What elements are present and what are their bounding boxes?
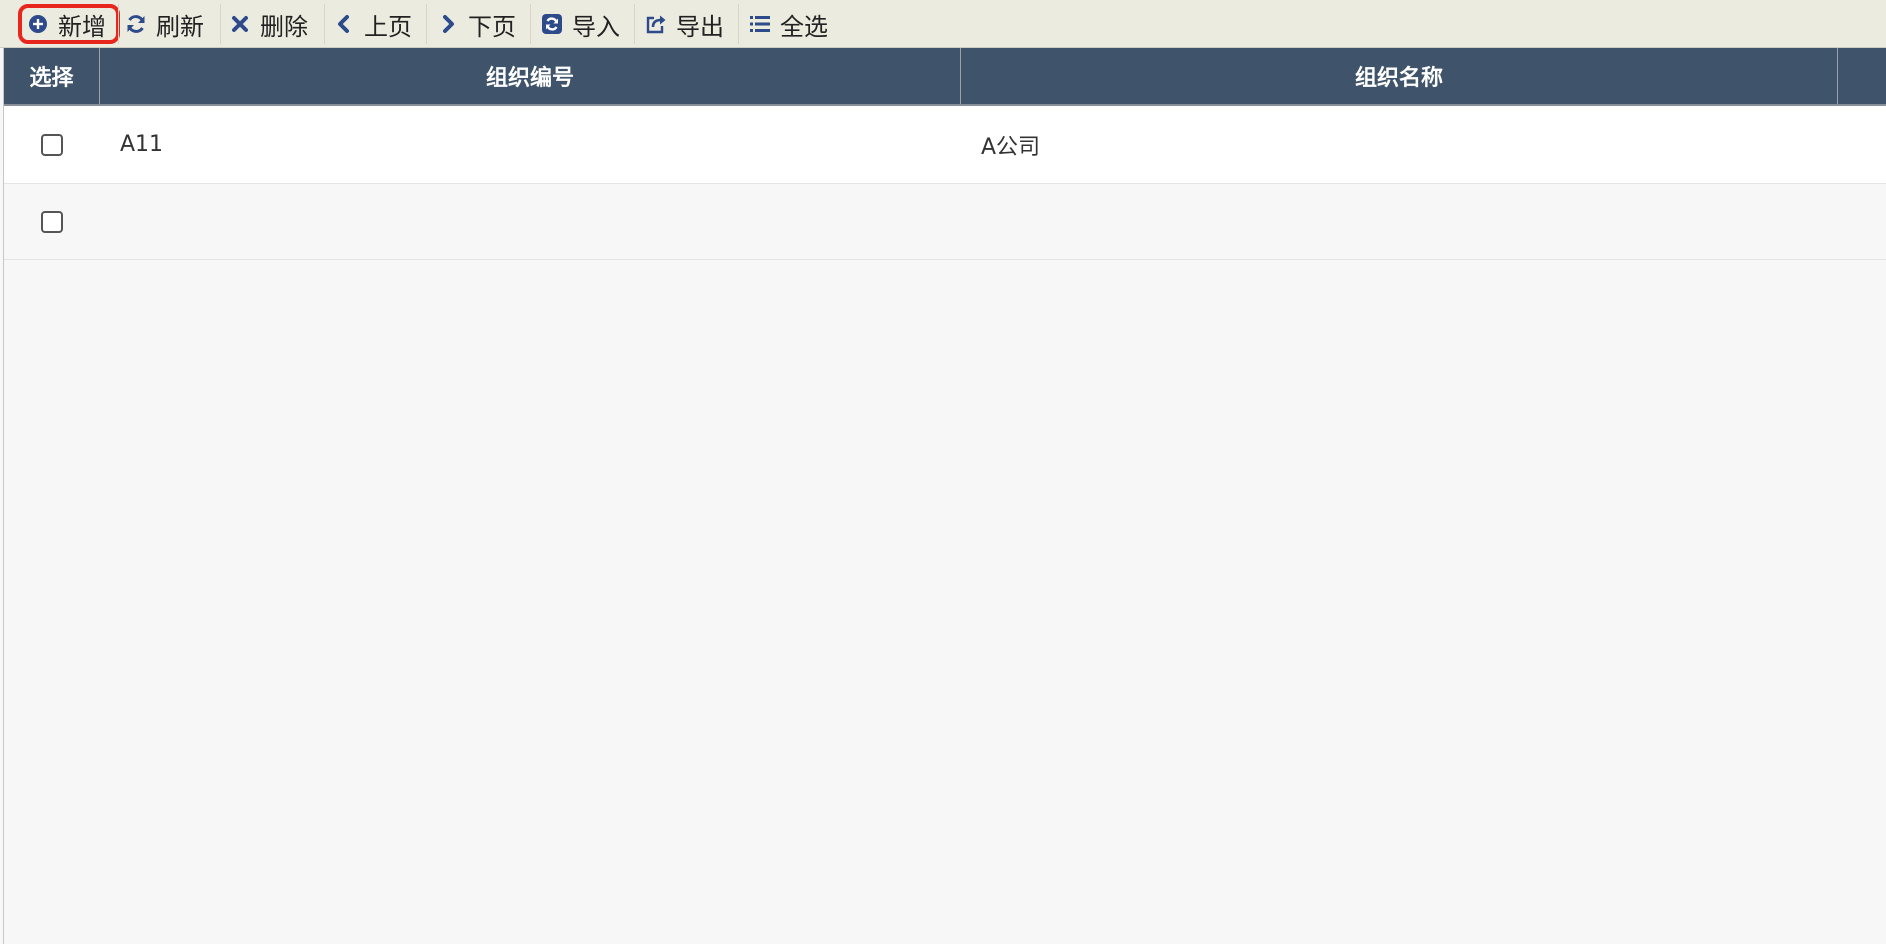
org-name-cell [981, 184, 1831, 259]
select-all-button-label: 全选 [780, 12, 828, 41]
prev-page-button-label: 上页 [364, 12, 412, 41]
column-header-select[interactable]: 选择 [4, 48, 100, 104]
toolbar-separator [426, 4, 427, 44]
plus-circle-icon [26, 12, 50, 36]
add-button-label: 新增 [58, 12, 106, 41]
export-icon [644, 12, 668, 36]
toolbar-separator [530, 4, 531, 44]
list-icon [748, 12, 772, 36]
column-header-org-name[interactable]: 组织名称 [961, 48, 1838, 104]
data-grid: 选择 组织编号 组织名称 A11 A公司 [3, 48, 1886, 944]
table-row[interactable]: A11 A公司 [4, 106, 1886, 184]
prev-page-button[interactable]: 上页 [332, 4, 412, 44]
column-header-org-code[interactable]: 组织编号 [100, 48, 961, 104]
export-button-label: 导出 [676, 12, 724, 41]
table-row[interactable] [4, 184, 1886, 260]
import-button-label: 导入 [572, 12, 620, 41]
delete-button-label: 删除 [260, 12, 308, 41]
row-checkbox[interactable] [41, 210, 63, 233]
import-icon [540, 12, 564, 36]
row-select-cell [4, 106, 100, 183]
org-code-cell [120, 184, 960, 259]
row-checkbox[interactable] [41, 133, 63, 156]
table-header: 选择 组织编号 组织名称 [4, 48, 1886, 106]
import-button[interactable]: 导入 [540, 4, 620, 44]
refresh-button[interactable]: 刷新 [124, 4, 204, 44]
chevron-left-icon [332, 12, 356, 36]
refresh-button-label: 刷新 [156, 12, 204, 41]
row-select-cell [4, 184, 100, 259]
delete-button[interactable]: 删除 [228, 4, 308, 44]
next-page-button-label: 下页 [468, 12, 516, 41]
select-all-button[interactable]: 全选 [748, 4, 828, 44]
org-name-cell: A公司 [981, 134, 1041, 160]
export-button[interactable]: 导出 [644, 4, 724, 44]
toolbar-separator [118, 4, 119, 44]
next-page-button[interactable]: 下页 [436, 4, 516, 44]
toolbar-separator [324, 4, 325, 44]
close-icon [228, 12, 252, 36]
toolbar-separator [738, 4, 739, 44]
column-header-extra [1838, 48, 1886, 104]
chevron-right-icon [436, 12, 460, 36]
toolbar-separator [220, 4, 221, 44]
toolbar: 新增 刷新 删除 上页 下页 导入 导出 全选 [0, 0, 1886, 48]
add-button[interactable]: 新增 [18, 4, 120, 44]
org-code-cell: A11 [120, 132, 164, 157]
refresh-icon [124, 12, 148, 36]
toolbar-separator [634, 4, 635, 44]
